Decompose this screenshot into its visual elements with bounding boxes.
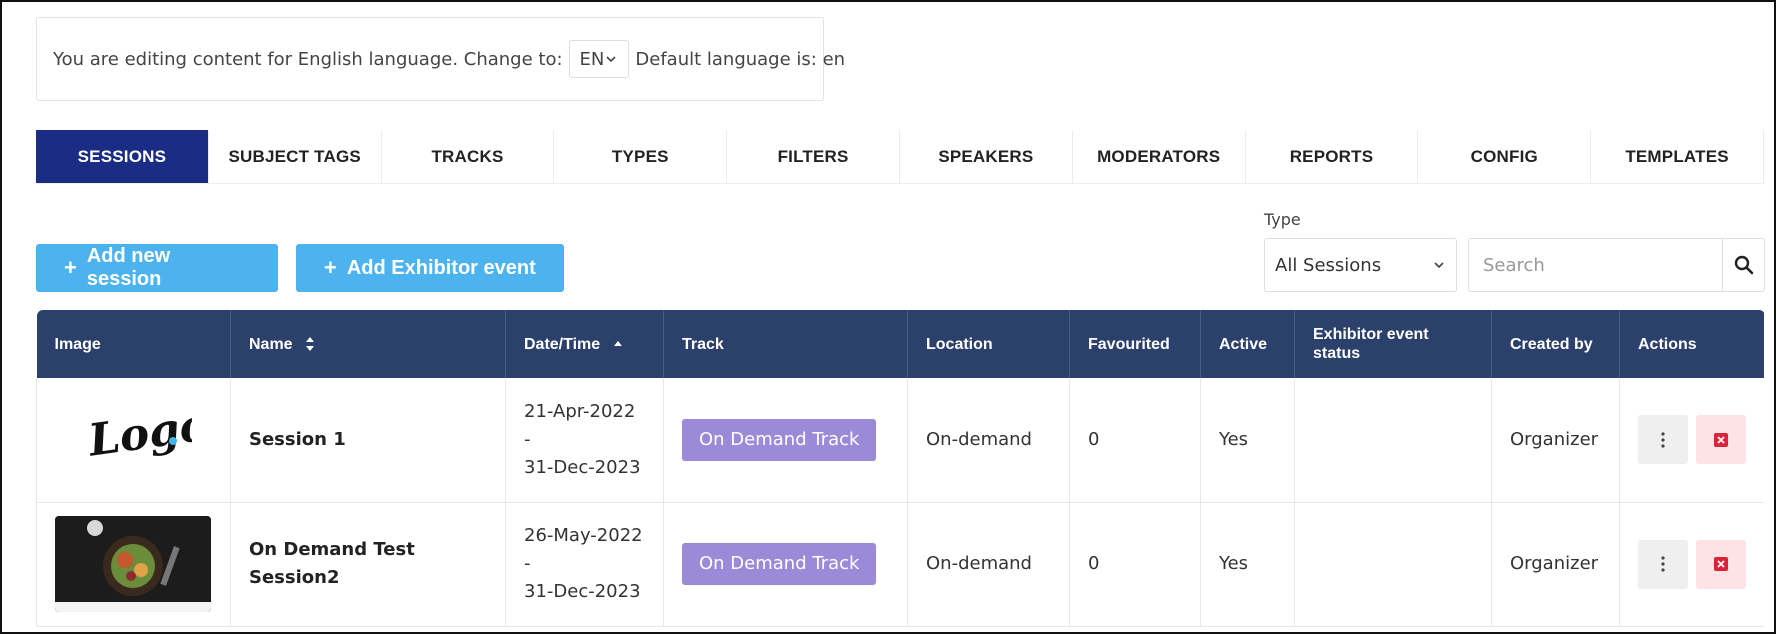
session-created-by: Organizer	[1491, 378, 1620, 503]
type-filter-select[interactable]: All Sessions	[1264, 238, 1457, 292]
session-active: Yes	[1200, 378, 1295, 503]
image-cell	[36, 502, 231, 627]
logo-image: Logo.	[84, 397, 192, 467]
sessions-table: Image Name Date/Time Track Location Favo…	[36, 310, 1764, 634]
language-bar-text: You are editing content for English lang…	[53, 48, 563, 70]
plus-icon: +	[64, 255, 77, 280]
plus-icon: +	[324, 255, 337, 280]
session-created-by: Organizer	[1491, 502, 1620, 627]
search-input[interactable]	[1469, 239, 1723, 291]
type-filter-label: Type	[1264, 210, 1301, 229]
session-food-image	[55, 516, 211, 612]
tab-speakers[interactable]: SPEAKERS	[900, 130, 1073, 183]
chevron-down-icon	[606, 56, 616, 63]
session-date-end: 31-Dec-2023	[524, 581, 641, 602]
session-date-start: 21-Apr-2022 -	[524, 400, 636, 450]
tab-moderators[interactable]: MODERATORS	[1073, 130, 1246, 183]
session-name: On Demand Test Session2	[230, 502, 506, 627]
more-options-button[interactable]	[1638, 415, 1688, 465]
image-cell: Logo.	[36, 378, 231, 503]
tab-types[interactable]: TYPES	[554, 130, 728, 183]
chevron-down-icon	[1434, 262, 1444, 269]
tab-sessions[interactable]: SESSIONS	[36, 130, 209, 183]
tab-tracks[interactable]: TRACKS	[382, 130, 555, 183]
track-badge: On Demand Track	[682, 418, 877, 461]
tab-templates[interactable]: TEMPLATES	[1591, 130, 1764, 183]
column-header-datetime[interactable]: Date/Time	[505, 310, 664, 378]
delete-button[interactable]	[1696, 539, 1746, 589]
column-header-actions: Actions	[1619, 310, 1764, 378]
search-icon	[1734, 255, 1753, 275]
track-badge: On Demand Track	[682, 543, 877, 585]
column-header-datetime-label: Date/Time	[524, 335, 601, 353]
section-tabs: SESSIONS SUBJECT TAGS TRACKS TYPES FILTE…	[36, 130, 1764, 184]
more-options-button[interactable]	[1638, 539, 1688, 589]
tab-subject-tags[interactable]: SUBJECT TAGS	[209, 130, 382, 183]
add-new-session-button[interactable]: + Add new session	[36, 244, 278, 292]
language-select[interactable]: EN	[568, 40, 630, 78]
table-row: Logo. Session 1 21-Apr-2022 - 31-Dec-202…	[36, 378, 1764, 503]
add-new-session-label: Add new session	[86, 245, 171, 290]
column-header-created-by: Created by	[1491, 310, 1620, 378]
session-track: On Demand Track	[663, 378, 908, 503]
session-date-start: 26-May-2022 -	[524, 525, 643, 574]
delete-button[interactable]	[1696, 415, 1746, 465]
column-header-name-label: Name	[249, 335, 293, 353]
session-datetime: 21-Apr-2022 - 31-Dec-2023	[505, 378, 664, 503]
sort-icon	[306, 337, 315, 352]
session-datetime: 26-May-2022 - 31-Dec-2023	[505, 502, 664, 627]
table-header-row: Image Name Date/Time Track Location Favo…	[36, 310, 1764, 378]
session-track: On Demand Track	[663, 502, 908, 627]
language-bar: You are editing content for English lang…	[36, 17, 845, 101]
column-header-favourited: Favourited	[1069, 310, 1201, 378]
language-select-value: EN	[579, 48, 605, 70]
session-date-end: 31-Dec-2023	[524, 456, 641, 478]
column-header-name[interactable]: Name	[230, 310, 506, 378]
type-filter-value: All Sessions	[1275, 254, 1382, 276]
column-header-track: Track	[663, 310, 908, 378]
default-language-text: Default language is: en	[635, 48, 846, 70]
add-exhibitor-event-label: Add Exhibitor event	[346, 256, 536, 279]
session-favourited: 0	[1069, 502, 1201, 627]
session-favourited: 0	[1069, 378, 1201, 503]
delete-icon	[1714, 557, 1728, 571]
add-exhibitor-event-button[interactable]: + Add Exhibitor event	[296, 244, 564, 292]
session-name: Session 1	[230, 378, 506, 503]
session-exhibitor-status	[1294, 502, 1492, 627]
session-active: Yes	[1200, 502, 1295, 627]
delete-icon	[1714, 432, 1728, 447]
column-header-active: Active	[1200, 310, 1295, 378]
actions-cell	[1619, 502, 1764, 627]
food-image	[55, 516, 211, 612]
tab-filters[interactable]: FILTERS	[727, 130, 900, 183]
tab-config[interactable]: CONFIG	[1418, 130, 1592, 183]
vertical-dots-icon	[1661, 556, 1665, 572]
session-logo-image: Logo.	[77, 395, 197, 485]
column-header-location: Location	[907, 310, 1070, 378]
search-button[interactable]	[1723, 239, 1764, 291]
column-header-exhibitor-status: Exhibitor event status	[1294, 310, 1492, 378]
tab-reports[interactable]: REPORTS	[1246, 130, 1419, 183]
session-exhibitor-status	[1294, 378, 1492, 503]
column-header-image: Image	[36, 310, 231, 378]
search-box	[1468, 238, 1765, 292]
logo-text: Logo.	[84, 397, 192, 467]
table-row: On Demand Test Session2 26-May-2022 - 31…	[36, 502, 1764, 627]
actions-cell	[1619, 378, 1764, 503]
session-location: On-demand	[907, 502, 1070, 627]
session-location: On-demand	[907, 378, 1070, 503]
sort-ascending-icon	[613, 341, 622, 347]
vertical-dots-icon	[1661, 432, 1665, 448]
